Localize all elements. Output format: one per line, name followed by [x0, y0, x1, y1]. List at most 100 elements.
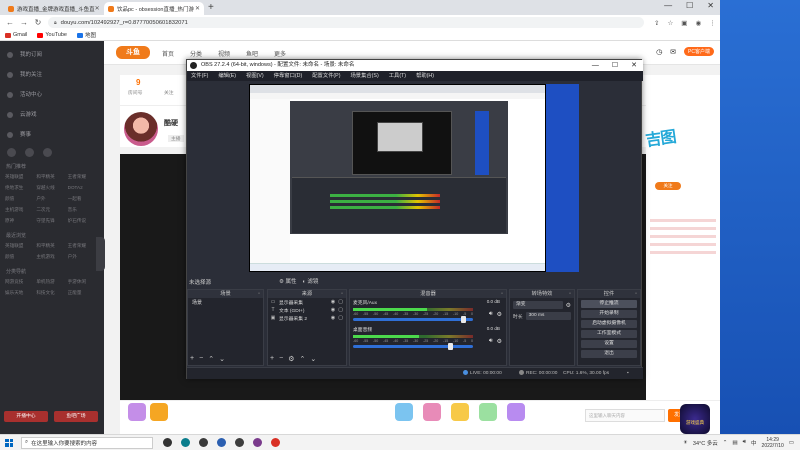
windows-start-icon[interactable] — [5, 438, 13, 447]
notification-icon[interactable]: ▭ — [789, 440, 794, 446]
follow-label[interactable]: 关注 — [164, 89, 174, 96]
sidebar-item-events[interactable]: 活动中心 — [0, 85, 104, 105]
gift-icon[interactable] — [150, 403, 168, 421]
clock[interactable]: 14:29 2022/7/10 — [762, 437, 784, 449]
shield-icon[interactable] — [7, 148, 16, 157]
source-item[interactable]: ▭ 显示器采集 ◉ ▢ — [268, 298, 346, 306]
dock-undock-icon[interactable]: ▫ — [501, 290, 503, 298]
new-tab-button[interactable]: + — [208, 2, 214, 13]
eye-icon[interactable]: ◉ — [331, 299, 335, 305]
avatar[interactable] — [124, 112, 158, 146]
sidebar-category-item[interactable]: 王者荣耀 — [68, 172, 99, 182]
chat-input[interactable]: 这里输入聊天内容 — [585, 409, 665, 422]
back-icon[interactable]: ← — [6, 18, 14, 27]
reload-icon[interactable]: ↻ — [34, 18, 42, 27]
obs-taskbar-icon[interactable] — [199, 438, 208, 447]
sidebar-category-item[interactable]: 娱乐天地 — [5, 288, 36, 298]
volume-slider[interactable] — [353, 343, 473, 350]
forward-icon[interactable]: → — [20, 18, 28, 27]
extensions-icon[interactable]: ▣ — [681, 19, 687, 27]
gift-icon[interactable] — [395, 403, 413, 421]
menu-tools[interactable]: 工具(T) — [389, 71, 406, 81]
lock-icon[interactable]: 🔒︎ — [54, 20, 57, 26]
sidebar-category-item[interactable]: 英雄联盟 — [5, 172, 36, 182]
douyu-logo[interactable]: 斗鱼 — [116, 46, 150, 59]
sidebar-category-item[interactable]: 单机热游 — [36, 277, 67, 287]
sidebar-category-item[interactable]: 主机游戏 — [36, 252, 67, 262]
move-down-icon[interactable]: ⌄ — [219, 355, 225, 363]
sidebar-category-item[interactable]: 一起看 — [68, 194, 99, 204]
crown-icon[interactable] — [25, 148, 34, 157]
close-icon[interactable]: ✕ — [195, 5, 200, 12]
slider-handle[interactable] — [460, 316, 466, 323]
sidebar-category-item[interactable]: 炉石传说 — [68, 216, 99, 226]
sidebar-category-item[interactable]: 音乐 — [68, 205, 99, 215]
menu-docks[interactable]: 停靠窗口(D) — [274, 71, 303, 81]
sidebar-category-item[interactable]: 户外 — [36, 194, 67, 204]
sidebar-category-item[interactable]: 王者荣耀 — [68, 241, 99, 251]
maximize-button[interactable]: ☐ — [612, 60, 618, 71]
sidebar-category-item[interactable]: 原神 — [5, 216, 36, 226]
filters-button[interactable]: ◐ 滤镜 — [302, 277, 318, 285]
speaker-icon[interactable]: 🔊︎ — [489, 311, 493, 318]
source-item[interactable]: ▣ 显示器采集 2 ◉ ▢ — [268, 314, 346, 322]
sidebar-category-item[interactable]: 和平精英 — [36, 172, 67, 182]
sidebar-category-item[interactable]: 网游竞技 — [5, 277, 36, 287]
sidebar-category-item[interactable]: 手游休闲 — [68, 277, 99, 287]
ime-icon[interactable]: 中 — [751, 439, 757, 447]
nav-video[interactable]: 视频 — [218, 49, 230, 58]
sidebar-category-item[interactable]: 二次元 — [36, 205, 67, 215]
gear-icon[interactable]: ⚙ — [497, 338, 502, 345]
app-icon[interactable] — [253, 438, 262, 447]
lock-icon[interactable]: ▢ — [338, 315, 343, 321]
sidebar-item-esports[interactable]: 赛事 — [0, 125, 104, 145]
properties-button[interactable]: ⚙ 属性 — [279, 277, 296, 285]
menu-icon[interactable]: ⋮ — [709, 19, 716, 27]
gift-icon[interactable] — [423, 403, 441, 421]
sidebar-category-item[interactable]: 颜值 — [5, 194, 36, 204]
nav-category[interactable]: 分类 — [190, 49, 202, 58]
tab-douyu-games[interactable]: 游戏直播_金牌游戏直播_斗鱼直 ✕ — [4, 2, 100, 15]
tray-chevron-icon[interactable]: ⌃ — [723, 440, 728, 446]
sidebar-category-item[interactable]: 颜值 — [5, 252, 36, 262]
volume-slider[interactable] — [353, 316, 473, 323]
promo-logo[interactable]: 吉图 — [644, 119, 704, 162]
close-button[interactable]: ✕ — [631, 60, 637, 71]
start-virtual-camera-button[interactable]: 启动虚拟摄像机 — [581, 320, 637, 328]
source-item[interactable]: T 文本 (GDI+) ◉ ▢ — [268, 306, 346, 314]
sidebar-category-item[interactable]: 主机游戏 — [5, 205, 36, 215]
sidebar-category-item[interactable]: 和平精英 — [36, 241, 67, 251]
menu-file[interactable]: 文件(F) — [191, 71, 208, 81]
slider-handle[interactable] — [447, 343, 453, 350]
sidebar-category-item[interactable]: DOTA2 — [68, 183, 99, 193]
volume-icon[interactable]: 🔊︎ — [743, 439, 746, 446]
sidebar-category-item[interactable]: 守望先锋 — [36, 216, 67, 226]
gift-icon[interactable] — [507, 403, 525, 421]
app-icon[interactable] — [217, 438, 226, 447]
maximize-button[interactable]: ☐ — [686, 1, 693, 10]
exit-button[interactable]: 退出 — [581, 350, 637, 358]
task-view-icon[interactable] — [163, 438, 172, 447]
gift-icon[interactable] — [479, 403, 497, 421]
pc-client-button[interactable]: PC客户端 — [684, 47, 714, 56]
sidebar-category-item[interactable]: 英雄联盟 — [5, 241, 36, 251]
start-broadcast-button[interactable]: 开播中心 — [4, 411, 48, 422]
nav-home[interactable]: 首页 — [162, 49, 174, 58]
dock-undock-icon[interactable]: ▫ — [341, 290, 343, 298]
lock-icon[interactable]: ▢ — [338, 307, 343, 313]
eye-icon[interactable]: ◉ — [331, 307, 335, 313]
remove-icon[interactable]: − — [199, 355, 203, 363]
sidebar-collapse-handle[interactable] — [96, 237, 105, 271]
menu-profile[interactable]: 配置文件(P) — [312, 71, 340, 81]
sidebar-category-item[interactable]: 绝地求生 — [5, 183, 36, 193]
close-icon[interactable]: ✕ — [95, 5, 100, 12]
taskbar-search[interactable]: ⌕ 在这里输入你要搜索的内容 — [21, 436, 153, 449]
promo-follow-button[interactable]: 关注 — [655, 182, 681, 190]
profile-icon[interactable]: ◉ — [695, 19, 701, 27]
move-up-icon[interactable]: ⌃ — [208, 355, 214, 363]
studio-mode-button[interactable]: 工作室模式 — [581, 330, 637, 338]
edge-icon[interactable] — [181, 438, 190, 447]
gift-icon[interactable] — [451, 403, 469, 421]
lock-icon[interactable]: ▢ — [338, 299, 343, 305]
settings-button[interactable]: 设置 — [581, 340, 637, 348]
